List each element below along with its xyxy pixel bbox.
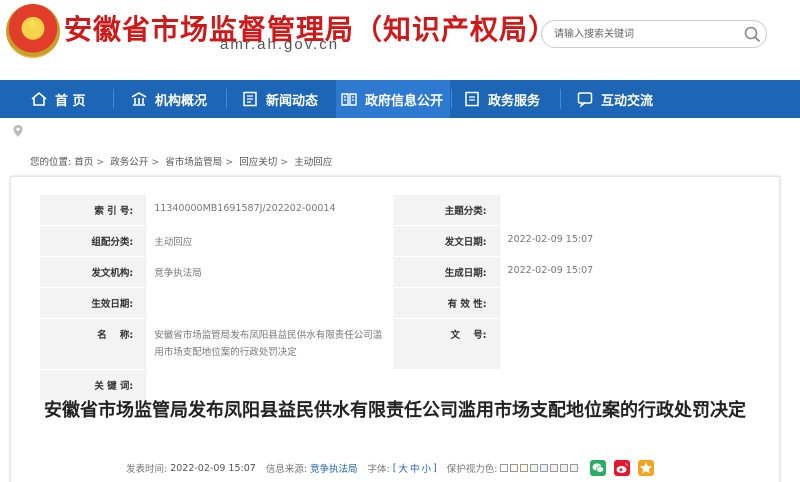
- validity-value: [498, 287, 746, 319]
- font-large-button[interactable]: 大: [398, 461, 408, 475]
- breadcrumb-active-response[interactable]: 主动回应: [294, 157, 332, 168]
- index-label: 索 引 号:: [40, 195, 146, 226]
- article-title: 安徽省市场监管局发布凤阳县益民供水有限责任公司滥用市场支配地位案的行政处罚决定: [44, 400, 746, 421]
- font-medium-button[interactable]: 中: [410, 461, 420, 475]
- topic-value: [498, 195, 746, 226]
- name-value: 安徽省市场监管局发布凤阳县益民供水有限责任公司滥用市场支配地位案的行政处罚决定: [145, 318, 394, 370]
- article-info-bar: 发表时间: 2022-02-09 15:07 信息来源: 竞争执法局 字体: […: [126, 460, 655, 476]
- pubdate-label: 发文日期:: [393, 225, 500, 257]
- breadcrumb-label: 您的位置:: [30, 157, 72, 168]
- category-label: 组配分类:: [40, 225, 146, 257]
- breadcrumb-home[interactable]: 首页: [74, 157, 93, 168]
- chat-icon: [577, 92, 593, 108]
- effective-value: [145, 287, 394, 319]
- source-value[interactable]: 竞争执法局: [310, 461, 358, 475]
- breadcrumb-public-affairs[interactable]: 政务公开: [110, 157, 148, 168]
- time-label: 发表时间:: [126, 464, 168, 475]
- nav-divider: [113, 89, 114, 109]
- name-label: 名 称:: [40, 318, 146, 370]
- docno-label: 文 号:: [393, 318, 500, 370]
- pubdate-value: 2022-02-09 15:07: [498, 225, 746, 257]
- time-value: 2022-02-09 15:07: [170, 462, 256, 474]
- nav-divider: [451, 89, 452, 109]
- nav-label: 新闻动态: [266, 93, 319, 109]
- nav-divider: [560, 89, 561, 109]
- category-value: 主动回应: [145, 225, 394, 257]
- eye-care-swatch[interactable]: [530, 464, 539, 472]
- keywords-label: 关 键 词:: [40, 369, 146, 401]
- nav-label: 首 页: [55, 93, 86, 109]
- eye-care-swatch[interactable]: [500, 464, 509, 472]
- effective-label: 生效日期:: [40, 287, 146, 319]
- eye-care-swatch[interactable]: [560, 464, 569, 472]
- font-bracket-open: [: [392, 462, 397, 474]
- eye-care-swatch[interactable]: [550, 464, 559, 472]
- document-meta-table: 索 引 号: 11340000MB1691587J/202202-00014 主…: [40, 195, 746, 401]
- nav-item-services[interactable]: 政务服务: [463, 80, 540, 118]
- nav-item-info-disclosure[interactable]: 政府信息公开: [336, 80, 450, 118]
- site-domain: amr.ah.gov.cn: [220, 36, 340, 53]
- location-pin-icon: [12, 124, 24, 143]
- qzone-share-icon[interactable]: [638, 460, 655, 476]
- created-value: 2022-02-09 15:07: [498, 256, 746, 288]
- font-small-button[interactable]: 小: [421, 461, 431, 475]
- docno-value: [498, 318, 746, 370]
- index-value: 11340000MB1691587J/202202-00014: [145, 195, 394, 226]
- home-icon: [31, 91, 47, 106]
- keywords-value: [145, 369, 746, 401]
- nav-item-interaction[interactable]: 互动交流: [576, 80, 653, 118]
- eye-care-swatch[interactable]: [520, 464, 529, 472]
- search-box: [541, 20, 767, 48]
- eye-care-swatch[interactable]: [570, 464, 579, 472]
- nav-divider: [226, 89, 227, 109]
- site-header: ★ 安徽省市场监督管理局（知识产权局） amr.ah.gov.cn: [0, 0, 800, 80]
- book-icon: [341, 93, 357, 106]
- weibo-share-icon[interactable]: [614, 460, 631, 476]
- created-label: 生成日期:: [393, 256, 500, 288]
- source-label: 信息来源:: [265, 464, 308, 475]
- nav-item-news[interactable]: 新闻动态: [241, 80, 318, 118]
- main-nav: 首 页 机构概况 新闻动态 政府信息公开 政务服务 互动交流: [0, 80, 800, 118]
- nav-label: 机构概况: [155, 93, 208, 109]
- validity-label: 有 效 性:: [393, 287, 500, 319]
- eye-care-label: 保护视力色:: [446, 464, 498, 475]
- eye-care-swatch[interactable]: [540, 464, 549, 472]
- search-icon[interactable]: [742, 24, 762, 44]
- national-emblem-icon: ★: [6, 4, 60, 58]
- wechat-share-icon[interactable]: [590, 460, 607, 476]
- building-icon: [131, 92, 147, 106]
- font-bracket-close: ]: [433, 462, 437, 474]
- breadcrumb-bureau[interactable]: 省市场监管局: [165, 157, 222, 168]
- service-icon: [465, 91, 479, 107]
- nav-label: 互动交流: [601, 93, 654, 109]
- breadcrumb: 您的位置: 首页 > 政务公开 > 省市场监管局 > 回应关切 > 主动回应: [30, 157, 333, 168]
- news-icon: [243, 91, 257, 107]
- nav-item-about[interactable]: 机构概况: [130, 80, 207, 118]
- nav-label: 政府信息公开: [365, 93, 444, 109]
- eye-care-swatch[interactable]: [510, 464, 519, 472]
- search-input[interactable]: [554, 26, 734, 42]
- org-label: 发文机构:: [40, 256, 146, 288]
- eye-care-swatches: [500, 464, 580, 472]
- breadcrumb-response[interactable]: 回应关切: [239, 157, 277, 168]
- nav-item-home[interactable]: 首 页: [30, 80, 86, 118]
- org-value: 竞争执法局: [145, 256, 394, 288]
- topic-label: 主题分类:: [393, 195, 500, 226]
- nav-label: 政务服务: [488, 93, 541, 109]
- font-label: 字体:: [367, 464, 390, 475]
